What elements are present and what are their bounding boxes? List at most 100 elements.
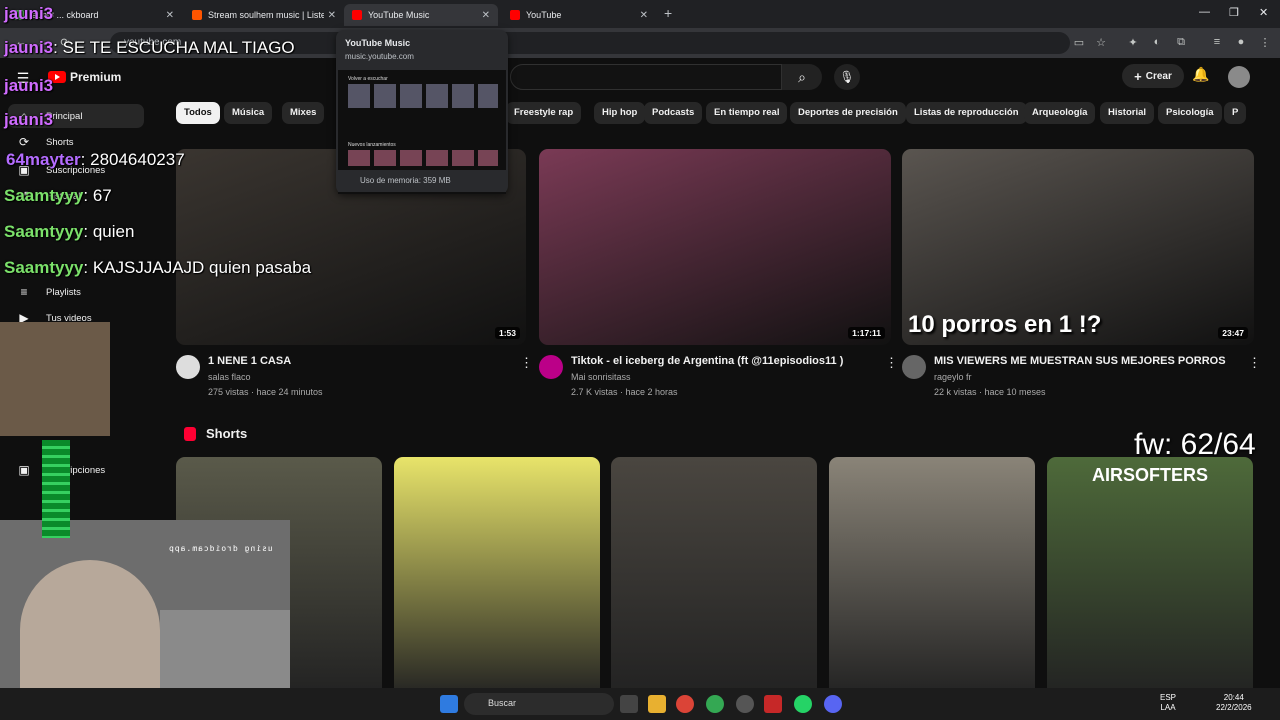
cast-icon[interactable]: ▭ <box>1072 36 1086 50</box>
tab-title: Stream soulhem music | Listen <box>208 10 324 20</box>
create-label: Crear <box>1145 70 1172 82</box>
shorts-logo-icon <box>184 426 196 441</box>
chip[interactable]: Música <box>224 102 273 124</box>
more-options-icon[interactable]: ⋮ <box>1248 355 1261 371</box>
chip[interactable]: Podcasts <box>644 102 703 124</box>
channel-avatar[interactable] <box>539 355 563 379</box>
browser-tab[interactable]: YouTube ✕ <box>502 4 656 26</box>
create-button[interactable]: + Crear <box>1122 64 1184 88</box>
video-thumbnail[interactable]: 1:17:11 <box>539 149 891 345</box>
sidebar-item[interactable]: ⟳ Shorts <box>16 132 74 152</box>
extension-icon[interactable]: ✦ <box>1126 36 1140 50</box>
preview-row-1 <box>348 84 498 108</box>
tab-favicon-icon <box>352 10 362 20</box>
app-icon[interactable] <box>764 695 782 713</box>
video-title[interactable]: Tiktok - el iceberg de Argentina (ft @11… <box>571 355 843 367</box>
browser-tab[interactable]: Stream soulhem music | Listen ✕ <box>184 4 344 26</box>
short-thumbnail[interactable] <box>829 457 1035 697</box>
file-explorer-icon[interactable] <box>648 695 666 713</box>
video-thumbnail[interactable]: 23:47 10 porros en 1 !? <box>902 149 1254 345</box>
chat-username: jauni3 <box>4 110 54 129</box>
chip[interactable]: Psicología <box>1158 102 1222 124</box>
language-indicator[interactable]: ESP LAA <box>1160 693 1176 713</box>
chip[interactable]: Mixes <box>282 102 325 124</box>
channel-avatar[interactable] <box>902 355 926 379</box>
channel-name[interactable]: rageylo fr <box>934 372 972 382</box>
tab-close-icon[interactable]: ✕ <box>640 10 648 21</box>
search-icon[interactable]: ⌕ <box>782 64 822 90</box>
screen: jauni3 ... ckboard ✕ Stream soulhem music … <box>0 0 1280 720</box>
taskbar-search-label: Buscar <box>488 698 517 708</box>
chip[interactable]: Todos <box>176 102 220 124</box>
chat-username: 64mayter <box>6 150 81 169</box>
chip[interactable]: En tiempo real <box>706 102 788 124</box>
discord-icon[interactable] <box>824 695 842 713</box>
clock-date: 22/2/2026 <box>1216 703 1252 712</box>
windows-taskbar <box>0 688 1280 720</box>
chip[interactable]: Historial <box>1100 102 1155 124</box>
playlist-icon: ≡ <box>20 285 28 299</box>
tab-favicon-icon <box>510 10 520 20</box>
hover-card-title: YouTube Music <box>345 38 411 48</box>
chip[interactable]: Hip hop <box>594 102 646 124</box>
minimize-button[interactable]: — <box>1199 6 1210 18</box>
menu-kebab-icon[interactable]: ⋮ <box>1258 36 1272 50</box>
microphone-icon[interactable]: 🎙 <box>834 64 860 90</box>
bookmark-star-icon[interactable]: ☆ <box>1094 36 1108 50</box>
chat-text: : KAJSJJAJAJD quien pasaba <box>83 258 312 277</box>
search-input[interactable] <box>510 64 782 90</box>
browser-tab[interactable]: YouTube Music ✕ <box>344 4 498 26</box>
chat-message: jauni3 <box>4 76 53 96</box>
chip[interactable]: Freestyle rap <box>506 102 582 124</box>
taskbar-search[interactable]: Buscar <box>464 693 614 715</box>
subscriptions-icon: ▣ <box>18 463 30 477</box>
tab-close-icon[interactable]: ✕ <box>482 10 490 21</box>
video-title[interactable]: 1 NENE 1 CASA <box>208 355 291 367</box>
short-thumbnail[interactable] <box>394 457 600 697</box>
short-thumbnail[interactable] <box>611 457 817 697</box>
close-window-button[interactable]: ✕ <box>1259 6 1268 19</box>
tab-close-icon[interactable]: ✕ <box>328 10 336 21</box>
droidcam-watermark: using droidcam.app <box>168 544 273 553</box>
new-tab-button[interactable]: + <box>664 5 672 21</box>
chip[interactable]: Listas de reproducción <box>906 102 1027 124</box>
youtube-logo[interactable]: Premium <box>48 70 121 84</box>
tab-close-icon[interactable]: ✕ <box>166 10 174 21</box>
tab-title: YouTube Music <box>368 10 430 20</box>
more-options-icon[interactable]: ⋮ <box>885 355 898 371</box>
chat-message: jauni3: SE TE ESCUCHA MAL TIAGO <box>4 38 295 58</box>
chrome-icon[interactable] <box>676 695 694 713</box>
task-view-icon[interactable] <box>620 695 638 713</box>
chat-text: : SE TE ESCUCHA MAL TIAGO <box>53 38 295 57</box>
sidebar-item-label: Playlists <box>46 286 81 298</box>
windows-start-icon[interactable] <box>440 695 458 713</box>
restore-button[interactable]: ❐ <box>1229 6 1239 19</box>
clock-time: 20:44 <box>1223 693 1244 702</box>
sidebar-item[interactable]: ≡ Playlists <box>16 282 81 302</box>
chip[interactable]: Arqueología <box>1024 102 1096 124</box>
channel-name[interactable]: salas flaco <box>208 372 251 382</box>
more-options-icon[interactable]: ⋮ <box>520 355 533 371</box>
short-thumbnail[interactable]: AIRSOFTERS <box>1047 457 1253 697</box>
chip[interactable]: Deportes de precisión <box>790 102 906 124</box>
notifications-bell-icon[interactable]: 🔔 <box>1192 66 1209 83</box>
preview-heading: Volver a escuchar <box>348 76 388 82</box>
video-duration: 23:47 <box>1218 327 1248 339</box>
clock[interactable]: 20:44 22/2/2026 <box>1216 693 1252 713</box>
chip[interactable]: P <box>1224 102 1247 124</box>
profile-icon[interactable]: ● <box>1234 36 1248 50</box>
tab-hover-card: YouTube Music music.youtube.com Volver a… <box>336 30 508 194</box>
puzzle-icon[interactable]: ⧉ <box>1174 36 1188 50</box>
obs-icon[interactable] <box>736 695 754 713</box>
channel-name[interactable]: Mai sonrisitass <box>571 372 631 382</box>
account-avatar[interactable] <box>1228 66 1250 88</box>
shorts-heading-label: Shorts <box>206 426 248 441</box>
chat-message: Saamtyyy: KAJSJJAJAJD quien pasaba <box>4 258 311 278</box>
chat-message: jauni3 <box>4 4 53 24</box>
dark-mode-icon[interactable]: ◐ <box>1150 36 1164 50</box>
video-title[interactable]: MIS VIEWERS ME MUESTRAN SUS MEJORES PORR… <box>934 355 1226 367</box>
whatsapp-icon[interactable] <box>794 695 812 713</box>
chrome-alt-icon[interactable] <box>706 695 724 713</box>
reading-list-icon[interactable]: ≡ <box>1210 36 1224 50</box>
channel-avatar[interactable] <box>176 355 200 379</box>
